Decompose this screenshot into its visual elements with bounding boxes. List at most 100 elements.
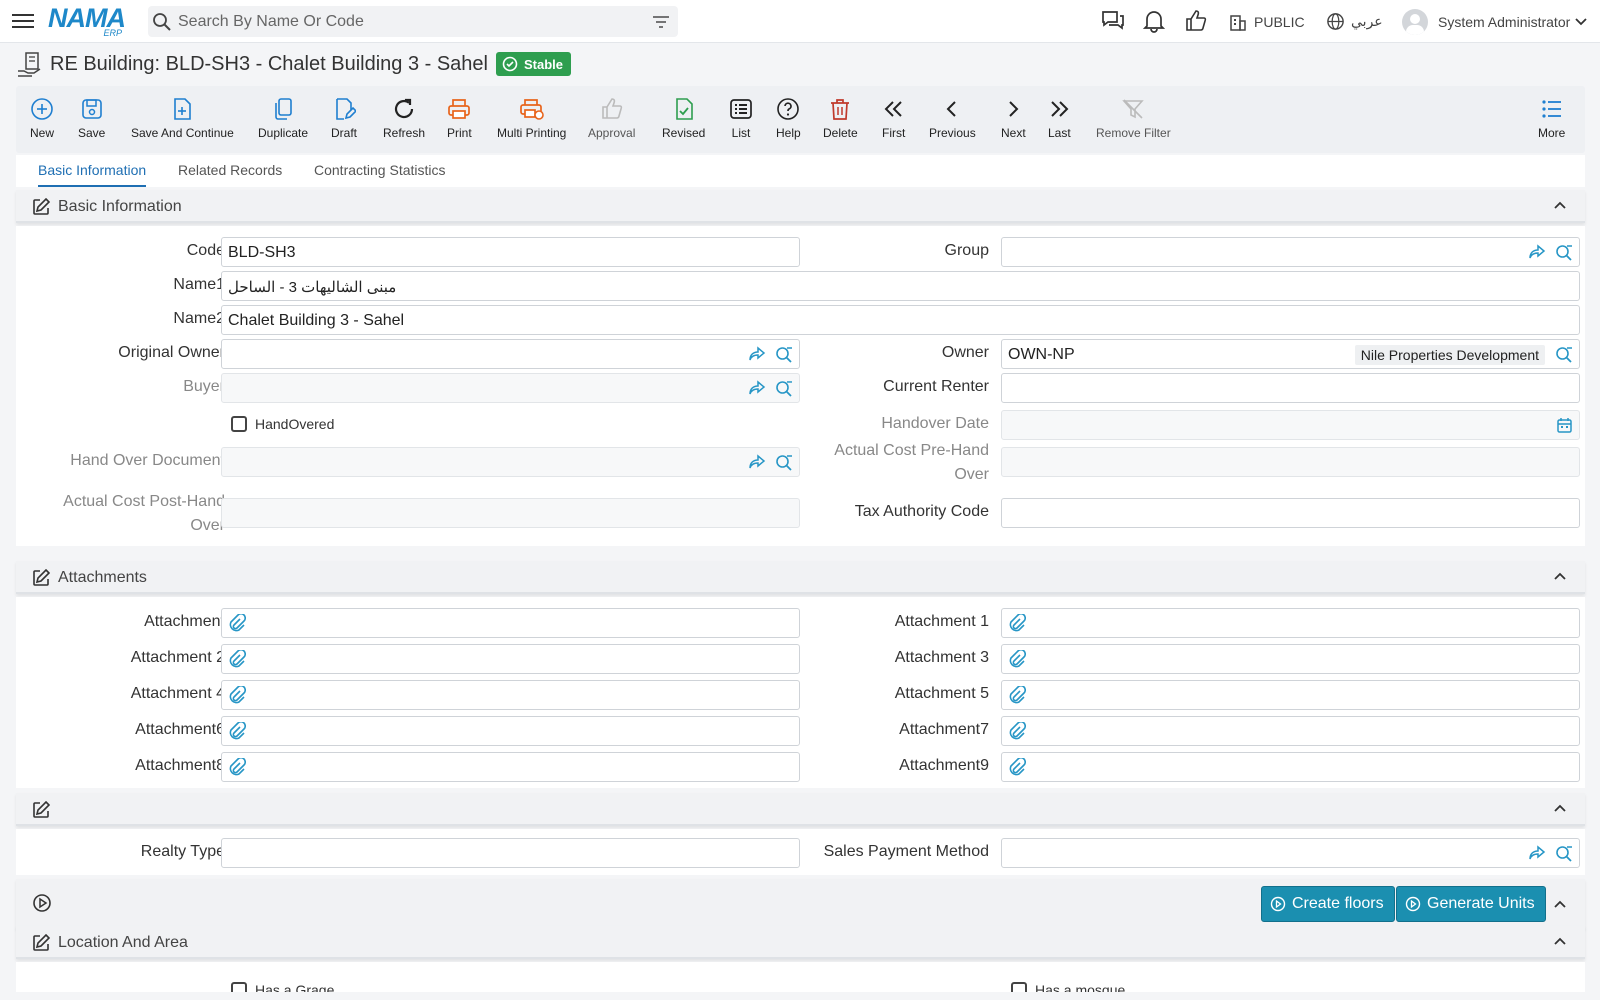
chevron-up-icon[interactable] [1553,899,1567,909]
approval-button[interactable]: Approval [588,86,635,153]
realty-type-field[interactable] [221,838,800,868]
chevron-up-icon[interactable] [1553,571,1567,581]
help-button[interactable]: Help [776,86,801,153]
share-icon[interactable] [748,346,766,362]
refresh-button[interactable]: Refresh [383,86,425,153]
remove-filter-button[interactable]: Remove Filter [1096,86,1171,153]
globe-icon [1327,13,1344,30]
like-icon[interactable] [1184,9,1208,33]
save-button[interactable]: Save [78,86,105,153]
attachment-field[interactable] [221,680,800,710]
lookup-icon[interactable] [1555,346,1573,364]
actual-cost-pre-field[interactable] [1001,447,1580,477]
section-actions[interactable]: Create floors Generate Units [16,879,1585,929]
branch-selector[interactable]: PUBLIC [1228,0,1305,43]
logo[interactable]: NAMA ERP [48,5,132,39]
new-button[interactable]: New [30,86,54,153]
share-icon[interactable] [748,380,766,396]
last-button[interactable]: Last [1048,86,1071,153]
next-button[interactable]: Next [1001,86,1026,153]
attachment-field[interactable] [221,752,800,782]
attachment-field[interactable] [1001,752,1580,782]
new-label: New [30,126,55,140]
multi-printing-button[interactable]: Multi Printing [497,86,566,153]
attachment-field[interactable] [1001,644,1580,674]
lookup-icon[interactable] [775,346,793,364]
lookup-icon[interactable] [775,454,793,472]
name2-field[interactable]: Chalet Building 3 - Sahel [221,305,1580,335]
group-field[interactable] [1001,237,1580,267]
attachment-field[interactable] [221,716,800,746]
section-attachments[interactable]: Attachments [16,561,1585,594]
chevron-up-icon[interactable] [1553,803,1567,813]
previous-button[interactable]: Previous [929,86,976,153]
paperclip-icon[interactable] [1008,650,1026,668]
search-icon [153,12,171,31]
has-mosque-checkbox[interactable] [1011,982,1027,992]
attachment-field[interactable] [1001,608,1580,638]
first-button[interactable]: First [882,86,905,153]
original-owner-field[interactable] [221,339,800,369]
tab-contracting-statistics[interactable]: Contracting Statistics [314,162,446,178]
section-basic-information[interactable]: Basic Information [16,190,1585,223]
attachment-field[interactable] [1001,716,1580,746]
delete-button[interactable]: Delete [823,86,858,153]
paperclip-icon[interactable] [1008,614,1026,632]
tax-authority-code-field[interactable] [1001,498,1580,528]
chat-icon[interactable] [1100,9,1126,33]
handover-date-field[interactable] [1001,410,1580,440]
has-garage-checkbox[interactable] [231,982,247,992]
paperclip-icon[interactable] [228,758,246,776]
sales-payment-method-field[interactable] [1001,838,1580,868]
print-button[interactable]: Print [447,86,472,153]
share-icon[interactable] [1528,244,1546,260]
search-box[interactable]: Search By Name Or Code [148,6,678,37]
chevron-up-icon[interactable] [1553,200,1567,210]
section-location-and-area[interactable]: Location And Area [16,926,1585,959]
duplicate-button[interactable]: Duplicate [258,86,308,153]
lookup-icon[interactable] [775,380,793,398]
language-selector[interactable]: عربي [1326,0,1383,43]
generate-units-button[interactable]: Generate Units [1396,886,1546,922]
attachment-label: Attachment 4 [130,685,225,702]
draft-button[interactable]: Draft [331,86,357,153]
search-input[interactable]: Search By Name Or Code [178,13,652,31]
attachment-field[interactable] [1001,680,1580,710]
paperclip-icon[interactable] [228,650,246,668]
section-untitled[interactable] [16,793,1585,826]
name1-field[interactable]: مبنى الشاليهات 3 - الساحل [221,271,1580,301]
paperclip-icon[interactable] [1008,722,1026,740]
tab-basic-information[interactable]: Basic Information [38,162,146,178]
revised-button[interactable]: Revised [662,86,705,153]
more-button[interactable]: More [1538,86,1565,153]
filter-icon[interactable] [652,15,670,29]
code-field[interactable]: BLD-SH3 [221,237,800,267]
hand-over-document-field[interactable] [221,447,800,477]
calendar-icon[interactable] [1556,417,1573,434]
paperclip-icon[interactable] [228,722,246,740]
user-menu[interactable]: System Administrator [1402,0,1588,43]
chevron-up-icon[interactable] [1553,936,1567,946]
paperclip-icon[interactable] [228,614,246,632]
tab-related-records[interactable]: Related Records [178,162,282,178]
owner-field[interactable]: OWN-NP Nile Properties Development [1001,339,1580,369]
buyer-field[interactable] [221,373,800,403]
play-circle-icon [33,894,51,912]
paperclip-icon[interactable] [1008,686,1026,704]
actual-cost-post-field[interactable] [221,498,800,528]
handovered-checkbox[interactable] [231,416,247,432]
paperclip-icon[interactable] [228,686,246,704]
share-icon[interactable] [748,454,766,470]
paperclip-icon[interactable] [1008,758,1026,776]
attachment-field[interactable] [221,608,800,638]
lookup-icon[interactable] [1555,244,1573,262]
share-icon[interactable] [1528,845,1546,861]
lookup-icon[interactable] [1555,845,1573,863]
attachment-field[interactable] [221,644,800,674]
list-button[interactable]: List [729,86,753,153]
create-floors-button[interactable]: Create floors [1261,886,1395,922]
menu-icon[interactable] [12,11,34,31]
current-renter-field[interactable] [1001,373,1580,403]
save-and-continue-button[interactable]: Save And Continue [131,86,234,153]
bell-icon[interactable] [1143,9,1165,33]
